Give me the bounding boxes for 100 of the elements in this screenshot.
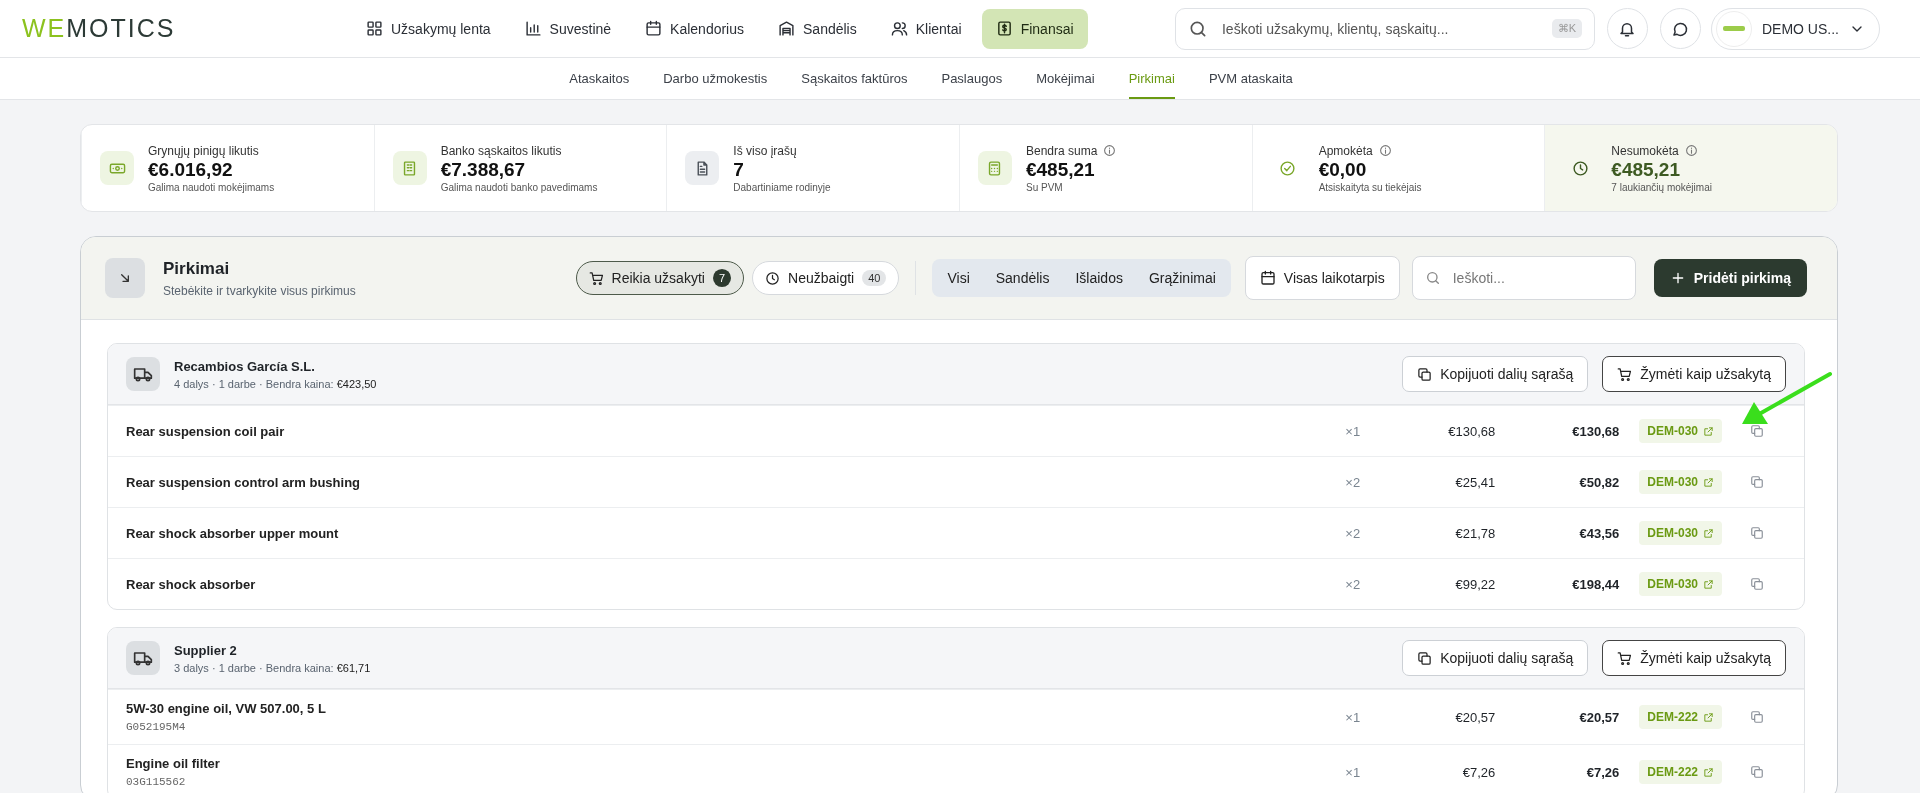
dollar-icon bbox=[995, 20, 1013, 37]
supplier-name: Recambios García S.L. bbox=[174, 358, 316, 374]
panel-subtitle: Stebėkite ir tvarkykite visus pirkimus bbox=[163, 283, 356, 298]
external-link-icon bbox=[1703, 578, 1714, 590]
stat-label: Bendra suma bbox=[1026, 143, 1098, 158]
type-option[interactable]: Išlaidos bbox=[1063, 262, 1135, 294]
quantity: ×2 bbox=[1345, 525, 1362, 541]
stat-value: €485,21 bbox=[1611, 158, 1681, 181]
supplier-name: Supplier 2 bbox=[174, 642, 238, 658]
unit-price: €25,41 bbox=[1454, 474, 1496, 490]
part-name: Rear suspension coil pair bbox=[126, 423, 286, 439]
cart-icon bbox=[1617, 650, 1633, 666]
supplier-summary: 4 dalys · 1 darbe · Bendra kaina: €423,50 bbox=[174, 377, 377, 390]
period-button[interactable]: Visas laikotarpis bbox=[1244, 256, 1400, 300]
quantity: ×1 bbox=[1345, 709, 1362, 725]
sub-tab[interactable]: Ataskaitos bbox=[569, 58, 630, 99]
copy-icon[interactable] bbox=[1750, 424, 1764, 438]
stat-note: Galima naudoti banko pavedimams bbox=[440, 181, 598, 193]
copy-icon[interactable] bbox=[1750, 765, 1764, 779]
nav-tab[interactable]: Užsakymų lenta bbox=[352, 8, 505, 49]
line-total: €20,57 bbox=[1578, 709, 1620, 725]
stat-note: Galima naudoti mokėjimams bbox=[148, 181, 275, 193]
sub-tab[interactable]: Darbo užmokestis bbox=[663, 58, 768, 99]
cart-icon bbox=[1617, 366, 1633, 382]
stat-label: Iš viso įrašų bbox=[733, 143, 797, 158]
copy-icon[interactable] bbox=[1750, 577, 1764, 591]
stat-value: €6.016,92 bbox=[148, 158, 234, 181]
add-purchase-button[interactable]: Pridėti pirkimą bbox=[1653, 259, 1807, 297]
unit-price: €21,78 bbox=[1454, 525, 1496, 541]
count-badge: 7 bbox=[712, 269, 732, 287]
grid-icon bbox=[366, 20, 383, 37]
external-link-icon bbox=[1703, 711, 1714, 723]
copy-icon[interactable] bbox=[1750, 475, 1764, 489]
copy-icon[interactable] bbox=[1750, 710, 1764, 724]
quantity: ×1 bbox=[1345, 764, 1362, 780]
stat-note: 7 laukiančių mokėjimai bbox=[1611, 181, 1712, 193]
sub-tab[interactable]: Sąskaitos faktūros bbox=[801, 58, 908, 99]
sub-tab[interactable]: Mokėjimai bbox=[1036, 58, 1095, 99]
filter-chip[interactable]: Reikia užsakyti 7 bbox=[575, 261, 745, 295]
part-name: 5W-30 engine oil, VW 507.00, 5 L bbox=[126, 701, 327, 716]
search-field[interactable]: Ieškoti... bbox=[1411, 256, 1636, 300]
clock-icon bbox=[1571, 159, 1589, 177]
nav-tab[interactable]: Sandėlis bbox=[764, 8, 871, 49]
logo[interactable]: WEMOTICS bbox=[22, 14, 352, 43]
stat-value: €7.388,67 bbox=[440, 158, 527, 181]
line-total: €43,56 bbox=[1578, 525, 1620, 541]
unit-price: €130,68 bbox=[1447, 423, 1496, 439]
external-link-icon bbox=[1703, 766, 1714, 778]
quantity: ×2 bbox=[1345, 576, 1362, 592]
line-total: €50,82 bbox=[1578, 474, 1620, 490]
clock-icon bbox=[765, 270, 781, 286]
search-icon bbox=[1424, 270, 1441, 286]
type-option[interactable]: Visi bbox=[935, 262, 982, 294]
nav-tab[interactable]: Kalendorius bbox=[631, 8, 758, 49]
quantity: ×2 bbox=[1345, 474, 1362, 490]
stat-note: Atsiskaityta su tiekėjais bbox=[1318, 181, 1422, 193]
bar-chart-icon bbox=[524, 20, 542, 37]
copy-icon[interactable] bbox=[1750, 526, 1764, 540]
copy-icon bbox=[1417, 366, 1433, 382]
line-total: €130,68 bbox=[1571, 423, 1620, 439]
check-circle-icon bbox=[1279, 159, 1297, 177]
part-code: 03G115562 bbox=[126, 776, 187, 788]
unit-price: €20,57 bbox=[1454, 709, 1496, 725]
arrow-down-right-icon bbox=[105, 258, 145, 298]
part-name: Engine oil filter bbox=[126, 756, 221, 771]
nav-tab[interactable]: Finansai bbox=[981, 8, 1088, 49]
type-option[interactable]: Grąžinimai bbox=[1136, 262, 1228, 294]
filter-chip[interactable]: Neužbaigti 40 bbox=[752, 261, 900, 295]
part-name: Rear suspension control arm bushing bbox=[126, 474, 362, 490]
copy-icon bbox=[1417, 650, 1433, 666]
external-link-icon bbox=[1703, 425, 1714, 437]
people-icon bbox=[890, 20, 908, 37]
shortcut-badge: ⌘K bbox=[1551, 19, 1582, 38]
mark-ordered-button[interactable]: Žymėti kaip užsakytą bbox=[1602, 356, 1786, 392]
search-input[interactable]: Ieškoti užsakymų, klientų, sąskaitų... bbox=[1220, 19, 1540, 38]
calendar-icon bbox=[1259, 270, 1276, 286]
copy-list-button[interactable]: Kopijuoti dalių sąrašą bbox=[1402, 356, 1589, 392]
cart-icon bbox=[588, 270, 604, 286]
nav-tab[interactable]: Klientai bbox=[876, 8, 976, 49]
type-option[interactable]: Sandėlis bbox=[983, 262, 1062, 294]
stat-label: Grynųjų pinigų likutis bbox=[148, 143, 259, 158]
stat-label: Banko sąskaitos likutis bbox=[440, 143, 562, 158]
stat-note: Dabartiniame rodinyje bbox=[733, 181, 831, 193]
panel-title: Pirkimai bbox=[163, 258, 231, 279]
mark-ordered-button[interactable]: Žymėti kaip užsakytą bbox=[1602, 640, 1786, 676]
count-badge: 40 bbox=[862, 270, 887, 286]
sub-tab[interactable]: Paslaugos bbox=[941, 58, 1003, 99]
unit-price: €99,22 bbox=[1454, 576, 1496, 592]
stat-note: Su PVM bbox=[1026, 181, 1064, 193]
stat-value: €0,00 bbox=[1318, 158, 1368, 181]
stat-label: Apmokėta bbox=[1318, 143, 1373, 158]
stat-value: €485,21 bbox=[1026, 158, 1096, 181]
sub-tab[interactable]: PVM ataskaita bbox=[1208, 58, 1293, 99]
part-name: Rear shock absorber upper mount bbox=[126, 525, 340, 541]
copy-list-button[interactable]: Kopijuoti dalių sąrašą bbox=[1402, 640, 1589, 676]
truck-icon bbox=[126, 357, 160, 391]
calendar-icon bbox=[645, 20, 663, 37]
nav-tab[interactable]: Suvestinė bbox=[510, 8, 626, 49]
external-link-icon bbox=[1703, 476, 1714, 488]
unit-price: €7,26 bbox=[1461, 764, 1496, 780]
